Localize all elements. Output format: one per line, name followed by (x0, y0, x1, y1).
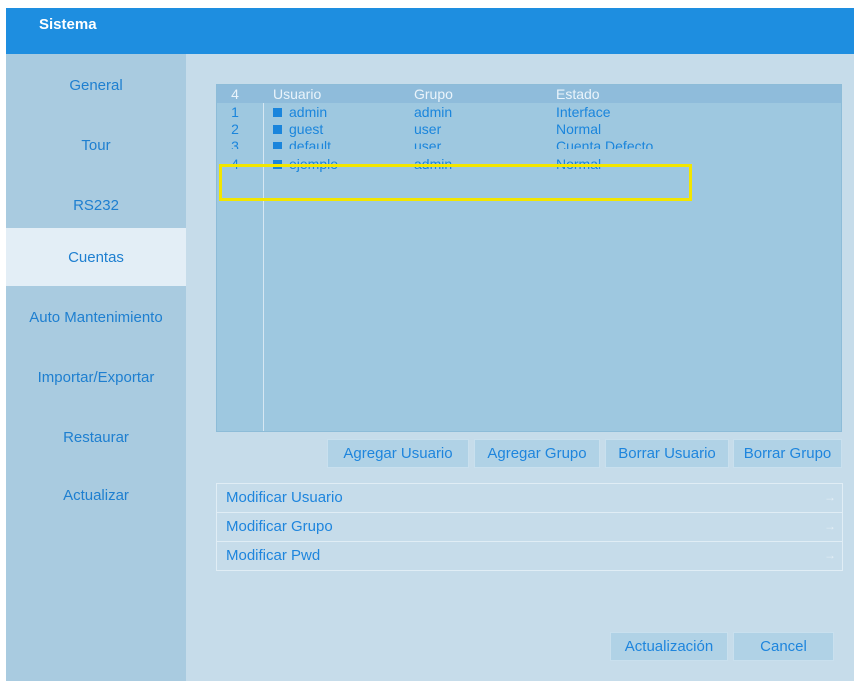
row-state: Cuenta Defecto (556, 138, 654, 149)
modify-user-label: Modificar Usuario (226, 489, 343, 506)
sidebar-item-actualizar[interactable]: Actualizar (6, 466, 186, 524)
sidebar-item-label: Actualizar (63, 486, 129, 504)
row-state: Normal (556, 121, 602, 137)
row-user: admin (289, 104, 328, 120)
row-user: default (289, 138, 332, 149)
user-square-icon (273, 160, 282, 169)
delete-user-button[interactable]: Borrar Usuario (605, 439, 729, 468)
accounts-panel: 4 Usuario Grupo Estado 1 admin admin Int… (186, 54, 854, 681)
row-user: guest (289, 121, 324, 137)
header-grupo: Grupo (414, 86, 453, 102)
sidebar-item-label: Tour (81, 136, 111, 154)
sidebar-item-importar-exportar[interactable]: Importar/Exportar (6, 348, 186, 406)
table-header: 4 Usuario Grupo Estado (217, 85, 841, 103)
row-group: admin (414, 104, 453, 120)
add-user-button[interactable]: Agregar Usuario (327, 439, 469, 468)
system-window: Sistema General Tour RS232 Cuentas Auto … (6, 8, 854, 681)
sidebar-item-label: General (69, 76, 123, 94)
user-square-icon (273, 125, 282, 134)
sidebar-item-cuentas[interactable]: Cuentas (6, 228, 186, 286)
sidebar-item-label: Importar/Exportar (37, 368, 155, 386)
user-count: 4 (231, 86, 239, 102)
table-row[interactable]: 2 guest user Normal (217, 120, 841, 138)
sidebar-item-restaurar[interactable]: Restaurar (6, 408, 186, 466)
sidebar-item-tour[interactable]: Tour (6, 116, 186, 174)
sidebar-item-label: Auto Mantenimiento (29, 308, 163, 326)
sidebar-item-rs232[interactable]: RS232 (6, 176, 186, 234)
row-number: 1 (231, 104, 239, 120)
sidebar-item-label: Restaurar (63, 428, 129, 446)
modify-pwd-item[interactable]: Modificar Pwd → (217, 542, 842, 571)
table-row[interactable]: 3 default user Cuenta Defecto (217, 137, 841, 149)
window-title: Sistema (39, 16, 97, 33)
modify-group-label: Modificar Grupo (226, 518, 333, 535)
cancel-button[interactable]: Cancel (733, 632, 834, 661)
table-row-selected[interactable]: 4 ejemplo admin Normal (217, 155, 841, 173)
row-state: Interface (556, 104, 611, 120)
arrow-right-icon: → (824, 519, 836, 533)
refresh-button[interactable]: Actualización (610, 632, 728, 661)
sidebar-item-general[interactable]: General (6, 56, 186, 114)
row-number: 4 (231, 156, 239, 172)
row-group: user (414, 121, 442, 137)
row-number: 3 (231, 138, 239, 149)
arrow-right-icon: → (824, 490, 836, 504)
modify-list: Modificar Usuario → Modificar Grupo → Mo… (216, 483, 843, 571)
sidebar-item-label: Cuentas (68, 248, 124, 266)
row-user: ejemplo (289, 156, 339, 172)
title-bar: Sistema (6, 8, 854, 54)
user-square-icon (273, 142, 282, 149)
arrow-right-icon: → (824, 548, 836, 562)
row-number: 2 (231, 121, 239, 137)
modify-group-item[interactable]: Modificar Grupo → (217, 513, 842, 542)
header-usuario: Usuario (273, 86, 322, 102)
add-group-button[interactable]: Agregar Grupo (474, 439, 600, 468)
header-estado: Estado (556, 86, 600, 102)
delete-group-button[interactable]: Borrar Grupo (733, 439, 842, 468)
row-group: user (414, 138, 442, 149)
sidebar-item-label: RS232 (73, 196, 119, 214)
sidebar: General Tour RS232 Cuentas Auto Mantenim… (6, 54, 186, 681)
row-state: Normal (556, 156, 602, 172)
modify-user-item[interactable]: Modificar Usuario → (217, 484, 842, 513)
modify-pwd-label: Modificar Pwd (226, 547, 321, 564)
row-group: admin (414, 156, 453, 172)
user-square-icon (273, 108, 282, 117)
users-table: 4 Usuario Grupo Estado 1 admin admin Int… (216, 84, 842, 432)
table-row[interactable]: 1 admin admin Interface (217, 103, 841, 121)
sidebar-item-auto-mantenimiento[interactable]: Auto Mantenimiento (6, 288, 186, 346)
